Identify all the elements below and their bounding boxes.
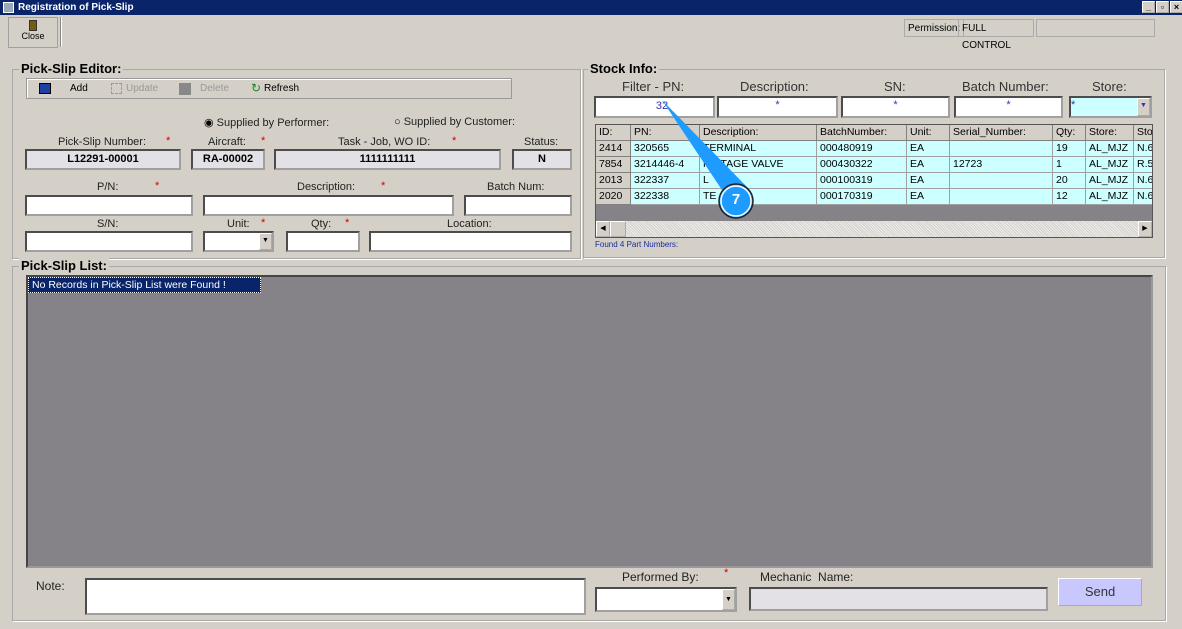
callout-number: 7 (731, 191, 741, 208)
callout-pointer (662, 100, 748, 196)
step-callout (662, 100, 754, 219)
